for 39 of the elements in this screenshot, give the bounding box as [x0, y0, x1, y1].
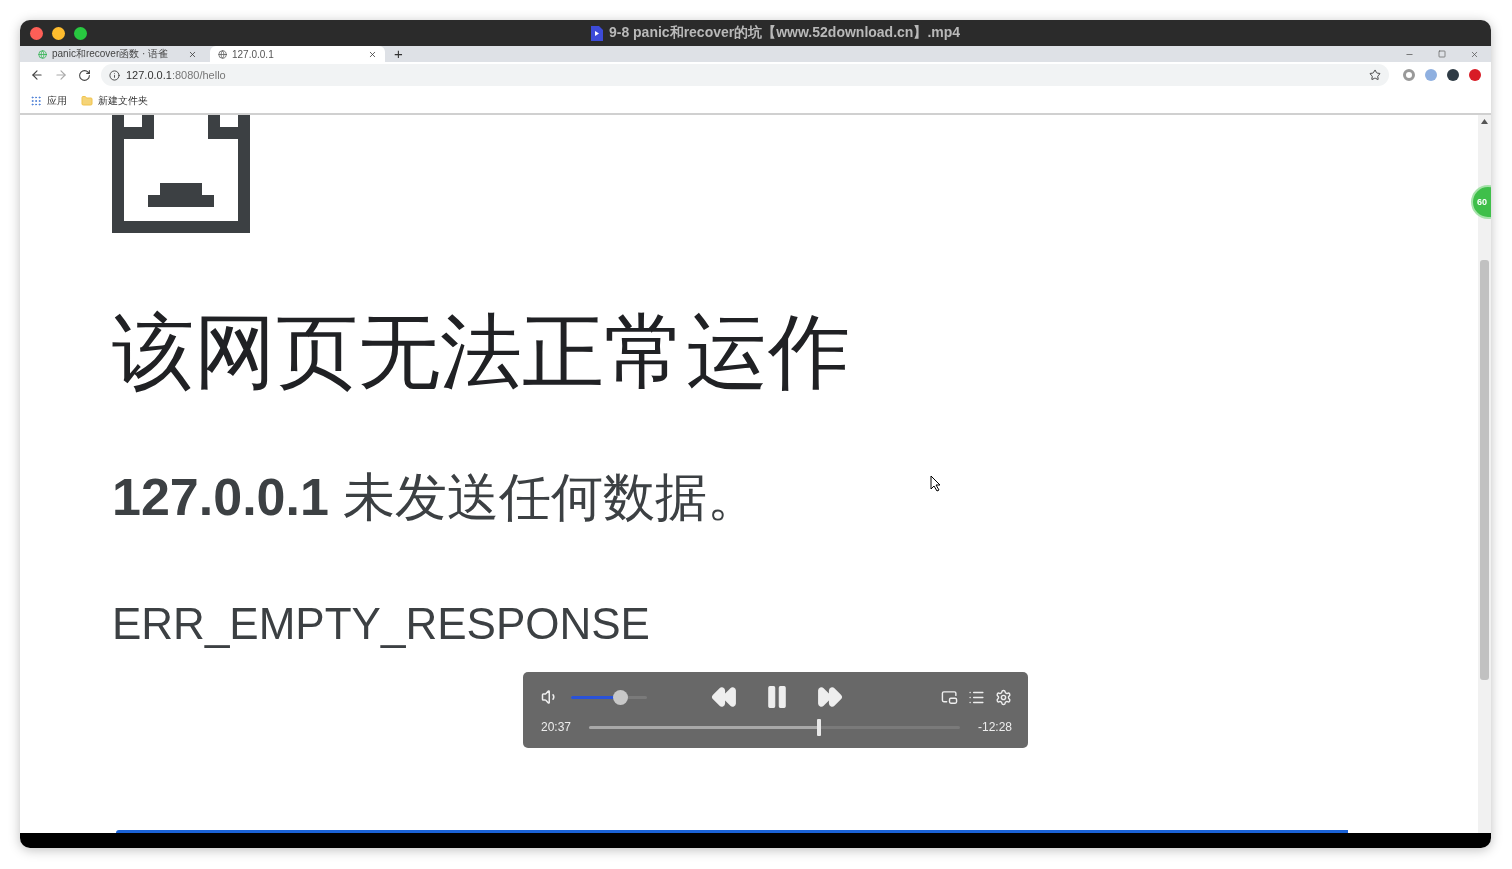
globe-icon [218, 49, 227, 59]
rewind-button[interactable] [711, 684, 737, 710]
video-file-icon [590, 25, 603, 41]
error-heading: 该网页无法正常运作 [112, 309, 850, 396]
alert-extension-icon[interactable] [1469, 69, 1481, 81]
globe-icon [38, 49, 47, 59]
scroll-up-icon[interactable] [1481, 119, 1488, 124]
back-icon[interactable] [30, 68, 44, 82]
ring-extension-icon[interactable] [1403, 69, 1415, 81]
address-field[interactable]: 127.0.0.1:8080/hello [101, 64, 1389, 86]
picture-in-picture-button[interactable] [941, 688, 958, 706]
close-icon[interactable] [188, 49, 197, 59]
minimize-button[interactable] [52, 26, 65, 40]
settings-button[interactable] [995, 688, 1012, 706]
bookmark-link[interactable]: 应用 [30, 93, 67, 108]
close-icon[interactable] [368, 49, 377, 59]
profile-avatar[interactable] [1447, 69, 1459, 81]
bookmark-star-icon[interactable] [1369, 69, 1381, 81]
sad-document-icon [112, 115, 250, 233]
fast-forward-button[interactable] [817, 684, 843, 710]
volume-thumb[interactable] [612, 690, 628, 705]
new-tab-button[interactable]: + [394, 46, 403, 62]
scrollbar-thumb[interactable] [1480, 260, 1489, 680]
mouse-cursor-icon [930, 475, 942, 492]
address-text: 127.0.0.1:8080/hello [126, 69, 227, 81]
browser-tab[interactable]: 127.0.0.1 [210, 46, 385, 62]
close-button[interactable] [30, 26, 43, 40]
folder-icon [81, 94, 93, 107]
window-title: 9-8 panic和recover的坑【www.52download.cn】.mp4 [608, 24, 961, 42]
apps-grid-icon [30, 94, 42, 107]
info-icon [109, 69, 120, 81]
error-message: 127.0.0.1 未发送任何数据。 [112, 469, 760, 527]
elapsed-time: 20:37 [541, 720, 572, 734]
bookmark-link[interactable]: 新建文件夹 [81, 93, 148, 108]
zoom-button[interactable] [74, 26, 87, 40]
reload-icon[interactable] [78, 68, 91, 82]
error-code: ERR_EMPTY_RESPONSE [112, 602, 650, 647]
close-icon[interactable] [1470, 49, 1479, 59]
remaining-time: -12:28 [977, 720, 1012, 734]
